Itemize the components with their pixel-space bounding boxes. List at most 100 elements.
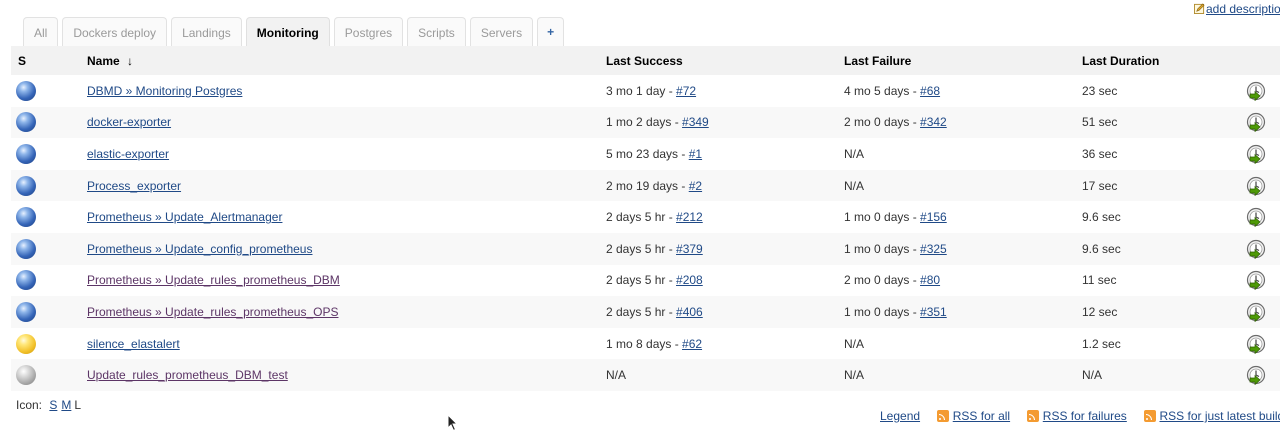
job-link[interactable]: elastic-exporter [87, 147, 169, 161]
rss-all-link[interactable]: RSS for all [953, 409, 1010, 423]
column-header-last-duration[interactable]: Last Duration [1078, 46, 1242, 75]
column-header-name[interactable]: Name ↓ [75, 46, 602, 75]
mouse-cursor-icon [447, 414, 459, 432]
status-ball-icon [16, 333, 36, 354]
last-success-time: N/A [606, 368, 627, 383]
schedule-build-icon[interactable] [1246, 365, 1266, 386]
table-row: Update_rules_prometheus_DBM_test N/A N/A N/… [11, 359, 1280, 391]
job-link[interactable]: Prometheus » Update_config_prometheus [87, 242, 312, 256]
last-failure-build-link[interactable]: #68 [920, 84, 940, 98]
tab-monitoring[interactable]: Monitoring [245, 17, 330, 46]
edit-icon [1194, 3, 1205, 14]
status-cell [11, 233, 75, 265]
schedule-build-icon[interactable] [1246, 176, 1266, 196]
last-failure-build-link[interactable]: #80 [920, 273, 940, 287]
last-success-build-link[interactable]: #62 [682, 337, 702, 351]
column-header-last-success[interactable]: Last Success [602, 46, 840, 75]
job-link[interactable]: Prometheus » Update_Alertmanager [87, 210, 282, 224]
column-header-last-failure[interactable]: Last Failure [840, 46, 1078, 75]
last-success-time: 1 mo 2 days - [606, 115, 683, 130]
rss-failures-link[interactable]: RSS for failures [1043, 409, 1127, 423]
schedule-build-cell [1242, 265, 1280, 297]
jobs-table: S Name ↓ Last Success Last Failure Last … [11, 46, 1280, 391]
last-failure-build-link[interactable]: #342 [920, 115, 947, 129]
last-failure-time: N/A [844, 178, 865, 193]
last-success-build-link[interactable]: #379 [676, 242, 703, 256]
job-link[interactable]: silence_elastalert [87, 337, 180, 351]
status-cell [11, 107, 75, 139]
job-link[interactable]: Prometheus » Update_rules_prometheus_OPS [87, 305, 338, 319]
last-success-time: 2 days 5 hr - [606, 241, 677, 256]
last-success-build-link[interactable]: #1 [689, 147, 702, 161]
job-link[interactable]: Process_exporter [87, 179, 181, 193]
schedule-build-icon[interactable] [1246, 81, 1266, 101]
column-header-status[interactable]: S [11, 46, 75, 75]
column-header-actions [1242, 46, 1280, 75]
footer-links: Legend RSS for all RSS for failures RSS … [880, 409, 1280, 423]
job-name-cell: elastic-exporter [75, 138, 602, 170]
schedule-build-icon[interactable] [1246, 144, 1266, 164]
job-name-cell: docker-exporter [75, 107, 602, 139]
legend-link[interactable]: Legend [880, 409, 920, 423]
schedule-build-icon[interactable] [1246, 207, 1266, 228]
tab-all[interactable]: All [23, 17, 59, 46]
tab-postgres[interactable]: Postgres [333, 17, 404, 46]
schedule-build-icon[interactable] [1246, 334, 1266, 354]
status-ball-icon [16, 270, 36, 291]
tab-dockers-deploy[interactable]: Dockers deploy [62, 17, 168, 46]
schedule-build-cell [1242, 201, 1280, 233]
last-success-time: 1 mo 8 days - [606, 336, 683, 351]
schedule-build-icon[interactable] [1246, 270, 1266, 291]
job-name-cell: Prometheus » Update_rules_prometheus_DBM [75, 265, 602, 297]
schedule-build-cell [1242, 233, 1280, 265]
status-ball-icon [16, 175, 36, 196]
rss-latest-builds-link[interactable]: RSS for just latest builds [1160, 409, 1280, 423]
schedule-build-cell [1242, 328, 1280, 360]
schedule-build-icon[interactable] [1246, 302, 1266, 322]
last-failure-time: 4 mo 5 days - [844, 83, 921, 98]
last-duration-cell: 9.6 sec [1082, 210, 1121, 225]
job-link[interactable]: Prometheus » Update_rules_prometheus_DBM [87, 273, 340, 287]
last-success-time: 5 mo 23 days - [606, 146, 689, 161]
last-duration-cell: 17 sec [1082, 178, 1118, 193]
schedule-build-icon[interactable] [1246, 239, 1266, 259]
last-failure-cell: N/A [840, 170, 1078, 202]
last-success-time: 2 days 5 hr - [606, 304, 677, 319]
status-cell [11, 201, 75, 233]
last-success-build-link[interactable]: #2 [689, 179, 702, 193]
last-success-build-link[interactable]: #406 [676, 305, 703, 319]
add-description[interactable]: add descriptio [1194, 2, 1280, 16]
job-link[interactable]: DBMD » Monitoring Postgres [87, 84, 242, 98]
last-failure-time: 1 mo 0 days - [844, 241, 921, 256]
status-ball-icon [16, 365, 36, 386]
last-success-build-link[interactable]: #349 [682, 115, 709, 129]
job-link[interactable]: docker-exporter [87, 115, 171, 129]
last-success-time: 3 mo 1 day - [606, 83, 677, 98]
last-duration-cell: N/A [1082, 368, 1103, 383]
icon-size-small-link[interactable]: S [49, 398, 57, 412]
tab-landings[interactable]: Landings [171, 17, 242, 46]
last-failure-cell: 2 mo 0 days - #342 [840, 107, 1078, 139]
tab-new-view[interactable]: + [537, 17, 565, 46]
job-link[interactable]: Update_rules_prometheus_DBM_test [87, 368, 288, 382]
last-success-cell: 1 mo 8 days - #62 [602, 328, 840, 360]
last-failure-time: N/A [844, 146, 865, 161]
icon-size-medium-link[interactable]: M [61, 398, 71, 412]
last-failure-build-link[interactable]: #156 [920, 210, 947, 224]
last-success-build-link[interactable]: #208 [676, 273, 703, 287]
tab-scripts[interactable]: Scripts [407, 17, 466, 46]
job-name-cell: Prometheus » Update_rules_prometheus_OPS [75, 296, 602, 328]
last-failure-cell: 1 mo 0 days - #325 [840, 233, 1078, 265]
last-success-build-link[interactable]: #212 [676, 210, 703, 224]
last-success-cell: 2 mo 19 days - #2 [602, 170, 840, 202]
last-success-time: 2 mo 19 days - [606, 178, 689, 193]
last-failure-build-link[interactable]: #351 [920, 305, 947, 319]
tab-servers[interactable]: Servers [469, 17, 534, 46]
last-success-time: 2 days 5 hr - [606, 210, 677, 225]
rss-icon [1143, 410, 1156, 422]
last-success-build-link[interactable]: #72 [676, 84, 696, 98]
schedule-build-icon[interactable] [1246, 112, 1266, 133]
last-failure-build-link[interactable]: #325 [920, 242, 947, 256]
add-description-link[interactable]: add descriptio [1206, 2, 1280, 16]
schedule-build-cell [1242, 107, 1280, 139]
